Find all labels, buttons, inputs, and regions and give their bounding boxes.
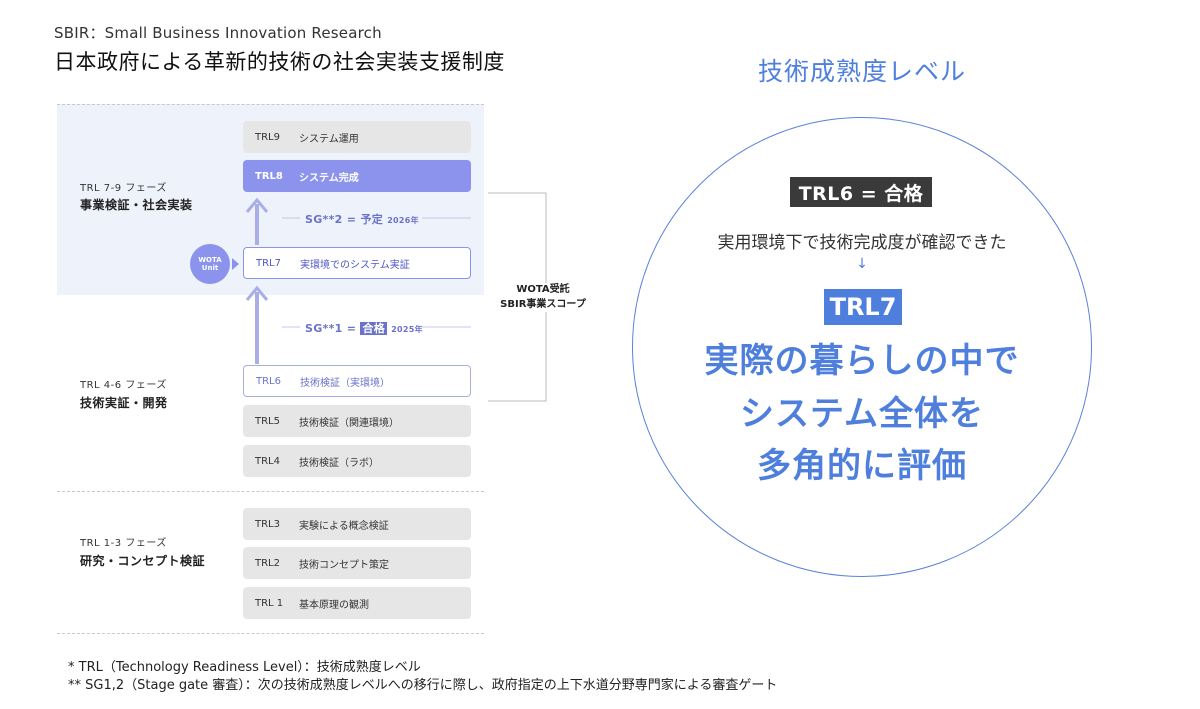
trl4-label: 技術検証（ラボ） [299, 457, 379, 469]
trl7-label: 実環境でのシステム実証 [300, 259, 410, 271]
trl7-box: TRL7 実環境でのシステム実証 [243, 247, 471, 279]
right-panel-title: 技術成熟度レベル [757, 57, 966, 86]
sbir-scope-label: WOTA受託 SBIR事業スコープ [492, 283, 594, 312]
trl8-code: TRL8 [255, 170, 283, 182]
trl5-code: TRL5 [255, 415, 280, 427]
trl3-box: TRL3 実験による概念検証 [243, 508, 471, 540]
trl6-description: 実用環境下で技術完成度が確認できた [717, 233, 1007, 253]
trl4-code: TRL4 [255, 455, 280, 467]
stage-gate-2: SG**2 = 予定 2026年 [305, 211, 419, 227]
wota-pointer-icon [232, 258, 239, 270]
trl1-box: TRL 1 基本原理の観測 [243, 587, 471, 619]
trl3-code: TRL3 [255, 518, 280, 530]
trl7-badge: TRL7 [824, 289, 902, 325]
trl8-label: システム完成 [299, 172, 359, 184]
down-arrow-icon: ↓ [856, 256, 868, 272]
sg2-name: SG**2 [305, 213, 343, 226]
trl2-code: TRL2 [255, 557, 280, 569]
trl7-line-2: システム全体を [740, 394, 984, 434]
stage-gate-1: SG**1 = 合格 2025年 [305, 320, 423, 336]
wota-badge-line2: Unit [201, 264, 219, 272]
trl2-label: 技術コンセプト策定 [299, 559, 389, 571]
trl7-code: TRL7 [256, 257, 281, 269]
sg2-year: 2026年 [387, 216, 419, 225]
trl4-box: TRL4 技術検証（ラボ） [243, 445, 471, 477]
trl6-box: TRL6 技術検証（実環境） [243, 365, 471, 397]
sg1-eq: = [346, 322, 357, 335]
sg1-status: 合格 [360, 322, 388, 335]
trl6-label: 技術検証（実環境） [300, 377, 390, 389]
trl3-label: 実験による概念検証 [299, 520, 389, 532]
trl1-code: TRL 1 [255, 597, 284, 609]
footnote-sg: ** SG1,2（Stage gate 審査）：次の技術成熟度レベルへの移行に際… [68, 678, 778, 693]
wota-unit-badge: WOTA Unit [190, 244, 230, 284]
trl7-line-3: 多角的に評価 [757, 446, 967, 486]
trl9-code: TRL9 [255, 131, 280, 143]
footnote-trl: * TRL（Technology Readiness Level）：技術成熟度レ… [68, 660, 421, 675]
sg2-eq: = [346, 213, 357, 226]
trl6-code: TRL6 [256, 375, 281, 387]
scope-line2: SBIR事業スコープ [500, 298, 586, 310]
trl5-label: 技術検証（関連環境） [299, 417, 399, 429]
trl1-label: 基本原理の観測 [299, 599, 369, 611]
trl6-pass-badge: TRL6 = 合格 [790, 177, 932, 207]
sg1-year: 2025年 [391, 325, 423, 334]
trl7-line-1: 実際の暮らしの中で [704, 341, 1020, 381]
trl9-label: システム運用 [299, 133, 359, 145]
trl5-box: TRL5 技術検証（関連環境） [243, 405, 471, 437]
sg1-name: SG**1 [305, 322, 343, 335]
trl2-box: TRL2 技術コンセプト策定 [243, 547, 471, 579]
trl8-box: TRL8 システム完成 [243, 160, 471, 192]
wota-badge-line1: WOTA [198, 255, 222, 264]
sg2-status: 予定 [360, 213, 384, 226]
scope-line1: WOTA受託 [516, 284, 570, 295]
trl9-box: TRL9 システム運用 [243, 121, 471, 153]
